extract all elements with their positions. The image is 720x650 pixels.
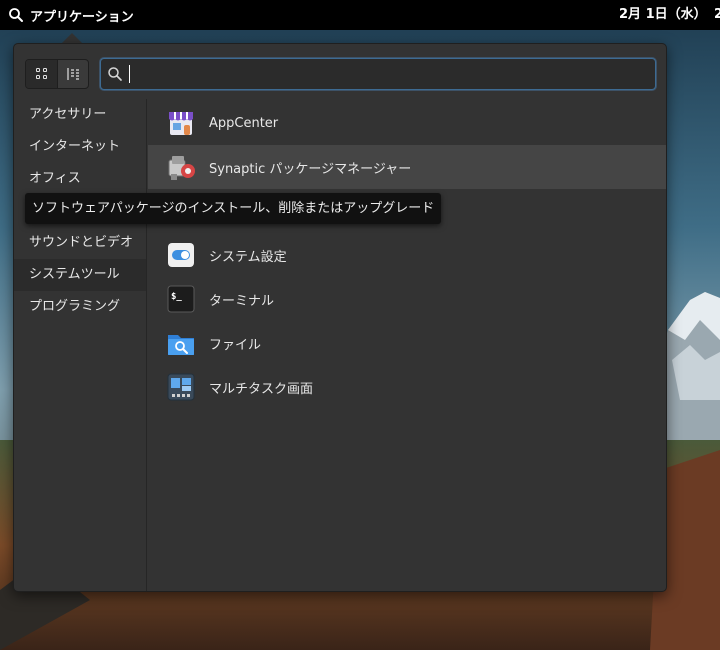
category-programming[interactable]: プログラミング <box>14 291 146 323</box>
folder-search-icon <box>166 328 196 358</box>
category-accessories[interactable]: アクセサリー <box>14 99 146 131</box>
app-item-files[interactable]: ファイル <box>148 321 666 365</box>
app-item-terminal[interactable]: $_ ターミナル <box>148 277 666 321</box>
settings-toggle-icon <box>166 240 196 270</box>
appcenter-icon <box>166 108 196 138</box>
applications-menu-label: アプリケーション <box>30 9 134 25</box>
category-sound-video[interactable]: サウンドとビデオ <box>14 227 146 259</box>
category-internet[interactable]: インターネット <box>14 131 146 163</box>
app-item-multitasking[interactable]: マルチタスク画面 <box>148 365 666 409</box>
category-system-tools[interactable]: システムツール <box>14 259 146 291</box>
category-view-icon <box>67 68 79 80</box>
app-label: Synaptic パッケージマネージャー <box>209 161 412 177</box>
category-view-button[interactable] <box>57 60 88 88</box>
search-input[interactable] <box>127 63 647 85</box>
top-panel: アプリケーション 2月 1日（水） 2 <box>0 0 720 30</box>
date-time-indicator[interactable]: 2月 1日（水） <box>619 0 707 30</box>
applications-menu-button[interactable]: アプリケーション <box>8 0 134 30</box>
category-office[interactable]: オフィス <box>14 163 146 195</box>
search-icon <box>108 67 122 81</box>
svg-text:$_: $_ <box>171 292 182 302</box>
app-item-appcenter[interactable]: AppCenter <box>148 101 666 145</box>
grid-view-button[interactable] <box>26 60 57 88</box>
panel-clipped-text: 2 <box>714 7 720 22</box>
search-icon <box>8 7 24 23</box>
applications-popover: アクセサリー インターネット オフィス サウンドとビデオ システムツール プログ… <box>13 43 667 592</box>
app-label: システム設定 <box>209 249 287 265</box>
app-description-tooltip: ソフトウェアパッケージのインストール、削除またはアップグレード <box>25 193 442 224</box>
app-label: ターミナル <box>209 293 275 309</box>
terminal-icon: $_ <box>166 284 196 314</box>
app-list: AppCenter Synaptic パッケージマネージャー システム設定 $_… <box>148 101 666 409</box>
text-cursor <box>129 65 130 83</box>
app-label: ファイル <box>209 337 262 353</box>
multitasking-icon <box>166 372 196 402</box>
grid-view-icon <box>35 68 47 79</box>
category-sidebar: アクセサリー インターネット オフィス サウンドとビデオ システムツール プログ… <box>14 99 147 591</box>
app-item-system-settings[interactable]: システム設定 <box>148 233 666 277</box>
search-field[interactable] <box>100 58 656 90</box>
app-item-synaptic[interactable]: Synaptic パッケージマネージャー <box>148 145 666 189</box>
app-label: マルチタスク画面 <box>209 381 314 397</box>
app-label: AppCenter <box>209 115 279 131</box>
synaptic-icon <box>166 152 196 182</box>
view-mode-switcher <box>25 59 89 89</box>
